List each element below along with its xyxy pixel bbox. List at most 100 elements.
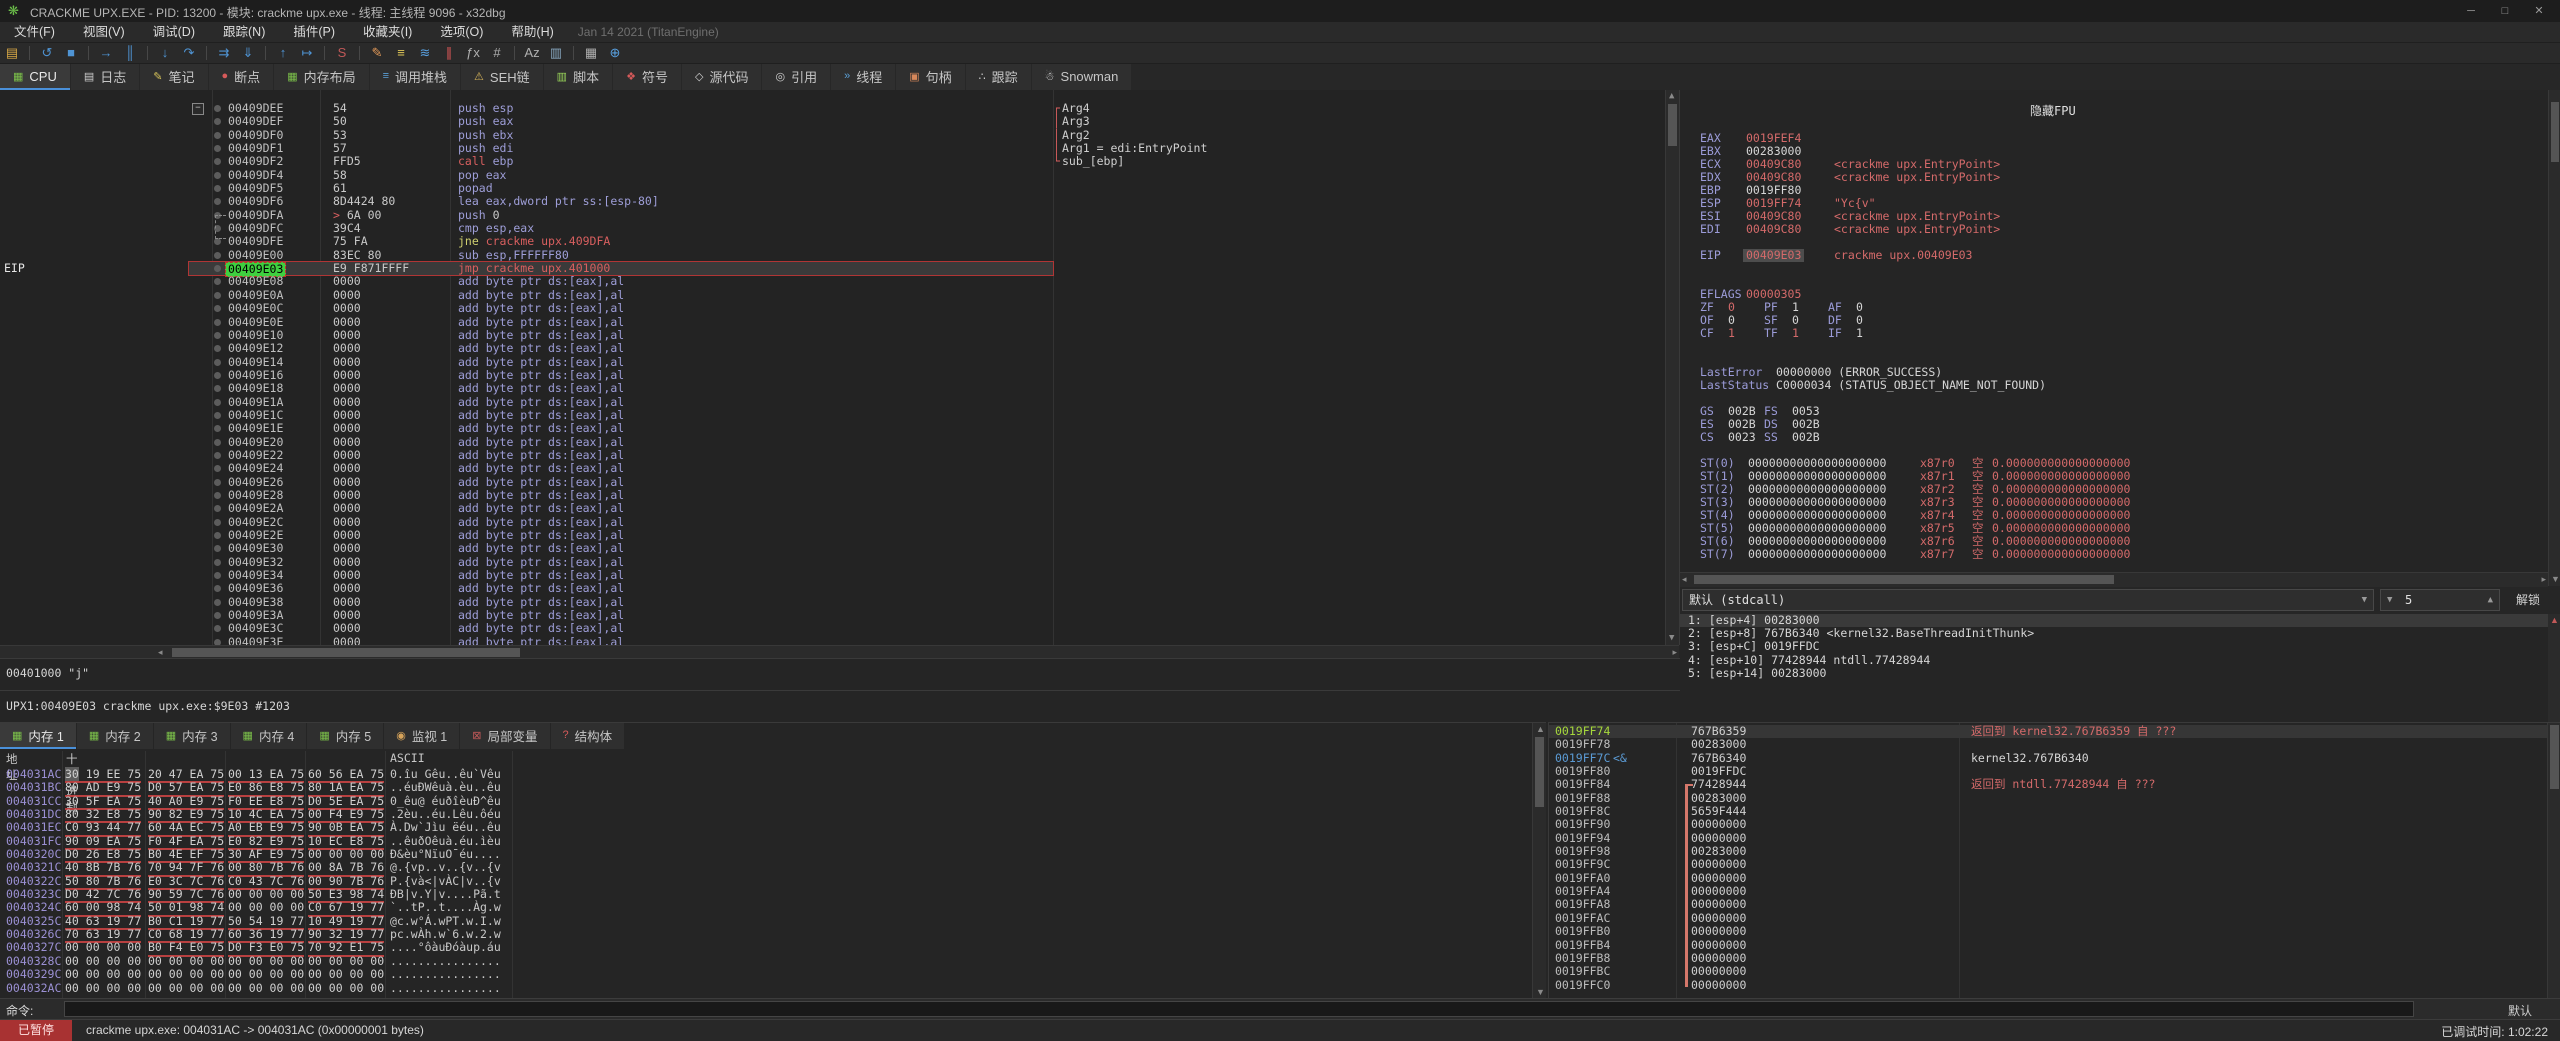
disasm-row[interactable]: 00409E34 0000 add byte ptr ds:[eax],al: [0, 568, 1665, 582]
scroll-up-icon[interactable]: ▲: [1669, 90, 1674, 103]
menu-options[interactable]: 选项(O): [426, 22, 497, 42]
tab-source[interactable]: ◇ 源代码: [681, 64, 762, 90]
dump-row[interactable]: 004031FC 90 09 EA 75 F0 4F EA 75 E0 82 E9 7…: [0, 834, 1532, 851]
dump-row[interactable]: 0040324C 60 00 98 74 50 01 98 74 00 00 00 0…: [0, 901, 1532, 917]
pause-icon[interactable]: ║: [118, 43, 142, 63]
disasm-row[interactable]: 00409E3E 0000 add byte ptr ds:[eax],al: [0, 635, 1665, 645]
breakpoint-dot-icon[interactable]: [214, 118, 221, 126]
dump-row[interactable]: 0040329C 00 00 00 00 00 00 00 00 00 00 00 0…: [0, 967, 1532, 981]
disasm-row[interactable]: 00409E0C 0000 add byte ptr ds:[eax],al: [0, 301, 1665, 315]
breakpoint-dot-icon[interactable]: [214, 545, 221, 553]
stack-row[interactable]: 0019FF90 00000000: [1549, 818, 2547, 832]
tab-dump-1[interactable]: ▦ 内存 1: [0, 723, 76, 749]
step-into-icon[interactable]: ↓: [153, 43, 177, 63]
disasm-row[interactable]: 00409E03 E9 F871FFFF jmp crackme upx.40100…: [0, 261, 1665, 278]
stack-row[interactable]: 0019FF94 00000000: [1549, 831, 2547, 845]
register-row[interactable]: EDX 00409C80 <crackme upx.EntryPoint>: [1680, 171, 2548, 184]
breakpoint-dot-icon[interactable]: [214, 238, 221, 246]
register-row[interactable]: EBX 00283000: [1680, 145, 2548, 158]
internet-icon[interactable]: ⊕: [603, 43, 627, 63]
tab-dump-2[interactable]: ▦ 内存 2: [76, 723, 153, 749]
disasm-row[interactable]: 00409E2A 0000 add byte ptr ds:[eax],al: [0, 501, 1665, 515]
disasm-row[interactable]: 00409DF2 FFD5 call ebp └ sub_[ebp]: [0, 155, 1665, 168]
spinner-down-icon[interactable]: ▼: [2387, 590, 2392, 610]
stack-argument-row[interactable]: 3: [esp+C] 0019FFDC: [1680, 640, 2548, 653]
register-row[interactable]: LastStatus C0000034 (STATUS_OBJECT_NAME_N…: [1680, 379, 2548, 392]
argument-count-spinner[interactable]: ▼ 5 ▲: [2380, 589, 2500, 611]
tab-trace[interactable]: ∴ 跟踪: [965, 64, 1031, 90]
breakpoint-dot-icon[interactable]: [214, 291, 221, 299]
disasm-row[interactable]: 00409DF5 61 popad: [0, 181, 1665, 195]
close-button[interactable]: ✕: [2522, 2, 2556, 20]
disasm-row[interactable]: 00409E1C 0000 add byte ptr ds:[eax],al: [0, 408, 1665, 422]
stack-argument-row[interactable]: 4: [esp+10] 77428944 ntdll.77428944: [1680, 653, 2548, 667]
dump-row[interactable]: 0040320C D0 26 E8 75 B0 4E EF 75 30 AF E9 7…: [0, 847, 1532, 864]
disasm-row[interactable]: − 00409DEE 54 push esp ┌ Arg4: [0, 101, 1665, 115]
comments-icon[interactable]: ≡: [389, 43, 413, 63]
disasm-row[interactable]: 00409DFC 39C4 cmp esp,eax: [0, 221, 1665, 235]
tab-call-stack[interactable]: ≡ 调用堆栈: [369, 64, 461, 90]
tab-threads[interactable]: » 线程: [831, 64, 896, 90]
memory-dump-panel[interactable]: ▦ 内存 1 ▦ 内存 2 ▦ 内存 3 ▦ 内存 4 ▦ 内存 5 ◉ 监视 1 ⊠ 局部变量? 结构体 …: [0, 722, 1546, 999]
breakpoint-dot-icon[interactable]: [214, 358, 221, 366]
disasm-row[interactable]: 00409E0E 0000 add byte ptr ds:[eax],al: [0, 315, 1665, 329]
breakpoint-dot-icon[interactable]: [214, 451, 221, 459]
breakpoint-dot-icon[interactable]: [214, 585, 221, 593]
breakpoint-dot-icon[interactable]: [214, 505, 221, 513]
breakpoint-dot-icon[interactable]: [214, 572, 221, 580]
stack-row[interactable]: 0019FFAC 00000000: [1549, 911, 2547, 925]
scroll-down-icon[interactable]: ▼: [2551, 573, 2560, 586]
disasm-row[interactable]: 00409E38 0000 add byte ptr ds:[eax],al: [0, 595, 1665, 609]
disasm-row[interactable]: 00409E2C 0000 add byte ptr ds:[eax],al: [0, 515, 1665, 529]
disasm-row[interactable]: 00409E3A 0000 add byte ptr ds:[eax],al: [0, 608, 1665, 622]
tab-dump-3[interactable]: ▦ 内存 3: [153, 723, 230, 749]
patch-icon[interactable]: ✎: [365, 43, 389, 63]
tab-breakpoints[interactable]: ● 断点: [208, 64, 274, 90]
stack-row[interactable]: 0019FF78 00283000: [1549, 737, 2547, 751]
disasm-row[interactable]: 00409DFE 75 FA jne crackme upx.409DFA: [0, 235, 1665, 248]
breakpoint-dot-icon[interactable]: [214, 171, 221, 179]
disasm-row[interactable]: 00409E36 0000 add byte ptr ds:[eax],al: [0, 582, 1665, 595]
dump-row[interactable]: 0040326C 70 63 19 77 C0 68 19 77 60 36 19 7…: [0, 927, 1532, 944]
tab-struct[interactable]: ? 结构体: [550, 723, 625, 749]
register-row[interactable]: EDI 00409C80 <crackme upx.EntryPoint>: [1680, 223, 2548, 236]
fold-collapse-icon[interactable]: −: [192, 103, 204, 115]
breakpoint-dot-icon[interactable]: [214, 411, 221, 419]
stack-arguments-list[interactable]: 1: [esp+4] 00283000 2: [esp+8] 767B6340 <…: [1680, 613, 2548, 722]
tab-dump-5[interactable]: ▦ 内存 5: [307, 723, 384, 749]
stack-row[interactable]: 0019FF84 77428944 返回到 ntdll.77428944 自 ???: [1549, 778, 2547, 792]
disassembly-vertical-scrollbar[interactable]: ▲ ▼: [1665, 90, 1679, 645]
disasm-row[interactable]: 00409E0A 0000 add byte ptr ds:[eax],al: [0, 288, 1665, 302]
scroll-left-icon[interactable]: ◂: [1682, 573, 1687, 586]
breakpoint-dot-icon[interactable]: [214, 251, 221, 259]
hash-icon[interactable]: #: [485, 43, 509, 63]
breakpoint-dot-icon[interactable]: [214, 612, 221, 620]
register-row[interactable]: EAX 0019FEF4: [1680, 132, 2548, 145]
disasm-row[interactable]: 00409E30 0000 add byte ptr ds:[eax],al: [0, 541, 1665, 555]
breakpoint-dot-icon[interactable]: [214, 345, 221, 353]
functions-icon[interactable]: ƒx: [461, 43, 485, 63]
stack-row[interactable]: 0019FF80 0019FFDC: [1549, 764, 2547, 778]
disasm-row[interactable]: 00409DF4 58 pop eax: [0, 168, 1665, 182]
register-row[interactable]: [1680, 262, 2548, 275]
register-row[interactable]: ESP 0019FF74 "Yc{v": [1680, 197, 2548, 210]
register-row[interactable]: [1680, 236, 2548, 249]
strings-icon[interactable]: Az: [520, 43, 544, 63]
tab-script[interactable]: ▥ 脚本: [543, 64, 613, 90]
register-row[interactable]: [1680, 275, 2548, 288]
tab-seh[interactable]: ⚠ SEH链: [461, 64, 543, 90]
disasm-row[interactable]: 00409E18 0000 add byte ptr ds:[eax],al: [0, 381, 1665, 395]
disasm-row[interactable]: 00409E26 0000 add byte ptr ds:[eax],al: [0, 475, 1665, 489]
menu-view[interactable]: 视图(V): [69, 22, 139, 42]
menu-debug[interactable]: 调试(D): [139, 22, 209, 42]
breakpoint-dot-icon[interactable]: [214, 331, 221, 339]
stack-row[interactable]: 0019FFB4 00000000: [1549, 938, 2547, 952]
disasm-row[interactable]: 00409DF6 8D4424 80 lea eax,dword ptr ss:[e…: [0, 195, 1665, 208]
calling-convention-select[interactable]: 默认 (stdcall) ▼: [1682, 589, 2374, 611]
breakpoint-dot-icon[interactable]: [214, 145, 221, 153]
disasm-row[interactable]: 00409DFA > 6A 00 push 0: [0, 208, 1665, 222]
breakpoint-dot-icon[interactable]: [214, 185, 221, 193]
disasm-row[interactable]: 00409E32 0000 add byte ptr ds:[eax],al: [0, 555, 1665, 569]
register-row[interactable]: ECX 00409C80 <crackme upx.EntryPoint>: [1680, 158, 2548, 171]
stack-row[interactable]: 0019FFA8 00000000: [1549, 898, 2547, 912]
